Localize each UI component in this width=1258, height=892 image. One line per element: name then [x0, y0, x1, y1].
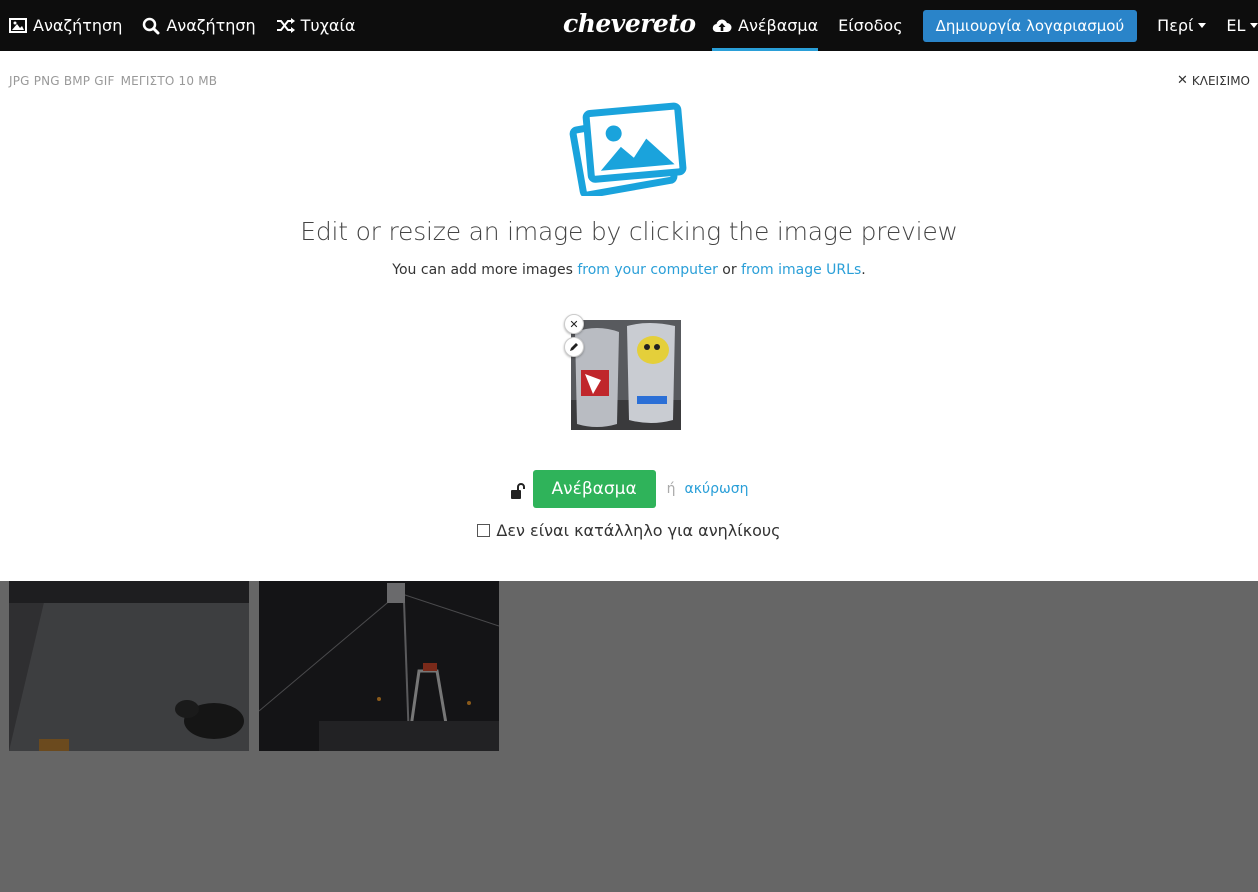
shuffle-icon	[276, 18, 295, 33]
remove-image-button[interactable]: ✕	[564, 314, 584, 334]
upload-headline: Edit or resize an image by clicking the …	[300, 217, 958, 246]
upload-actions: Ανέβασμα ή ακύρωση	[0, 470, 1258, 508]
max-size: ΜΕΓΙΣΤΟ 10 MB	[120, 74, 218, 88]
allowed-formats: JPG PNG BMP GIF ΜΕΓΙΣΤΟ 10 MB	[9, 74, 217, 88]
start-upload-button[interactable]: Ανέβασμα	[532, 470, 656, 508]
nav-login-link[interactable]: Είσοδος	[828, 0, 912, 51]
remove-icon: ✕	[569, 317, 579, 331]
or-separator: ή	[666, 481, 676, 497]
upload-subline: You can add more images from your comput…	[0, 262, 1258, 278]
nav-upload-link[interactable]: Ανέβασμα	[702, 0, 828, 51]
nav-images-link[interactable]: Αναζήτηση	[0, 0, 132, 51]
language-label: EL	[1226, 16, 1246, 35]
caret-down-icon	[1250, 23, 1258, 28]
site-logo[interactable]: chevereto	[563, 9, 696, 38]
gallery-thumbnail[interactable]	[9, 581, 249, 751]
gallery-thumbnail[interactable]	[259, 581, 499, 751]
top-navigation-bar: Αναζήτηση Αναζήτηση Τυχαία chevereto Ανέ…	[0, 0, 1258, 51]
subline-suffix: .	[861, 262, 866, 278]
nav-about-dropdown[interactable]: Περί	[1147, 0, 1216, 51]
nav-random-label: Τυχαία	[300, 16, 356, 35]
preview-thumbnail	[571, 320, 681, 430]
pencil-icon	[570, 343, 578, 351]
adult-content-label: Δεν είναι κατάλληλο για ανηλίκους	[496, 521, 781, 540]
signup-button[interactable]: Δημιουργία λογαριασμού	[922, 9, 1138, 42]
cloud-upload-icon	[712, 19, 732, 33]
gallery-image	[259, 581, 499, 751]
nav-search-link[interactable]: Αναζήτηση	[132, 0, 265, 51]
nav-login-label: Είσοδος	[838, 16, 903, 35]
close-icon: ✕	[1176, 73, 1188, 88]
image-icon	[9, 18, 27, 33]
close-label: ΚΛΕΙΣΙΜΟ	[1191, 73, 1250, 88]
gallery-image	[9, 581, 249, 751]
adult-content-option[interactable]: Δεν είναι κατάλληλο για ανηλίκους	[0, 521, 1258, 540]
nav-upload-label: Ανέβασμα	[738, 16, 819, 35]
cancel-upload-link[interactable]: ακύρωση	[685, 481, 749, 497]
from-computer-link[interactable]: from your computer	[577, 262, 717, 278]
pictures-icon	[569, 102, 687, 196]
subline-prefix: You can add more images	[392, 262, 578, 278]
caret-down-icon	[1198, 23, 1207, 28]
nav-about-label: Περί	[1157, 16, 1194, 35]
subline-mid: or	[717, 262, 742, 278]
image-preview[interactable]	[571, 320, 681, 430]
unlock-icon[interactable]	[510, 482, 525, 500]
nav-left-group: Αναζήτηση Αναζήτηση Τυχαία	[0, 0, 365, 51]
edit-image-button[interactable]	[564, 337, 584, 357]
adult-content-checkbox[interactable]	[477, 524, 491, 537]
close-panel-button[interactable]: ✕ ΚΛΕΙΣΙΜΟ	[1177, 73, 1250, 88]
nav-random-link[interactable]: Τυχαία	[266, 0, 366, 51]
language-dropdown[interactable]: EL	[1216, 0, 1258, 51]
from-urls-link[interactable]: from image URLs	[741, 262, 861, 278]
nav-search-label: Αναζήτηση	[166, 16, 256, 35]
nav-images-label: Αναζήτηση	[33, 16, 123, 35]
nav-right-group: Ανέβασμα Είσοδος Δημιουργία λογαριασμού …	[702, 0, 1258, 51]
format-list: JPG PNG BMP GIF	[9, 74, 115, 88]
search-icon	[143, 17, 160, 34]
